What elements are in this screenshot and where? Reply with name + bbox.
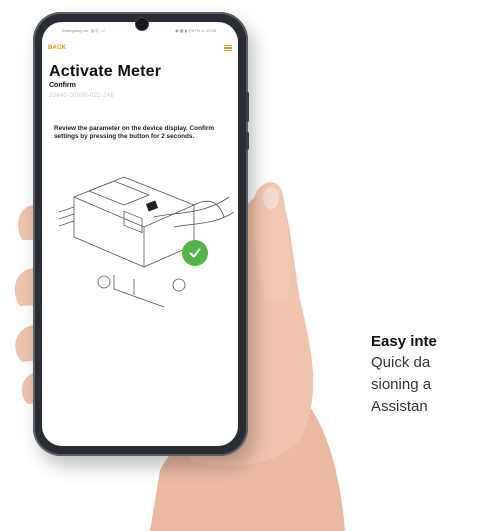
caption-title: Easy inte (371, 333, 437, 350)
instruction-text: Review the parameter on the device displ… (54, 125, 215, 140)
checkmark-icon (182, 240, 208, 266)
meter-serial-number: 22640-00000-022-246 (49, 93, 115, 99)
caption-line: sioning a (371, 376, 432, 393)
page-subtitle: Confirm (49, 82, 76, 89)
feature-caption: Easy inte Quick da sioning a Assistan (371, 332, 437, 418)
marketing-scene: Emergency ca.. 🖫 ✆ ✉ ◉ ▦ ▮ ⦿97% ▭ 12:55 … (0, 0, 477, 531)
caption-line: Quick da (371, 354, 431, 371)
power-button (246, 132, 249, 150)
hamburger-menu-icon[interactable] (224, 45, 232, 51)
front-camera (135, 17, 149, 31)
meter-device-illustration (58, 176, 235, 307)
volume-button (246, 92, 249, 122)
status-left: Emergency ca.. 🖫 ✆ ✉ (62, 28, 106, 33)
app-bar: BACK (42, 42, 238, 54)
status-right: ◉ ▦ ▮ ⦿97% ▭ 12:55 (175, 28, 216, 33)
caption-line: Assistan (371, 398, 428, 415)
back-button[interactable]: BACK (48, 45, 66, 51)
phone-screen: Emergency ca.. 🖫 ✆ ✉ ◉ ▦ ▮ ⦿97% ▭ 12:55 … (42, 22, 238, 446)
page-title: Activate Meter (49, 63, 162, 80)
